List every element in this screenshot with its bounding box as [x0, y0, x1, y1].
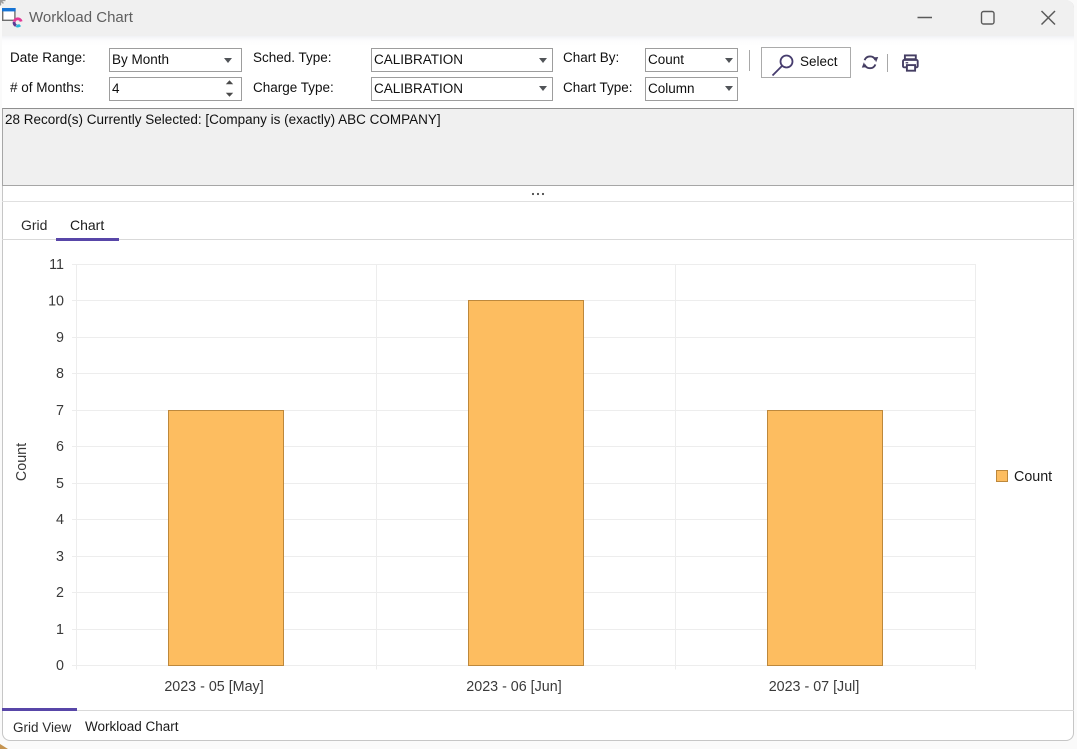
svg-text:2: 2	[56, 585, 64, 601]
svg-text:2023 - 06 [Jun]: 2023 - 06 [Jun]	[466, 679, 561, 695]
svg-text:9: 9	[56, 330, 64, 346]
svg-text:6: 6	[56, 439, 64, 455]
svg-text:Count: Count	[14, 443, 30, 481]
svg-text:1: 1	[56, 622, 64, 638]
svg-text:2023 - 07 [Jul]: 2023 - 07 [Jul]	[769, 679, 860, 695]
svg-text:5: 5	[56, 476, 64, 492]
svg-text:7: 7	[56, 403, 64, 419]
svg-text:3: 3	[56, 549, 64, 565]
svg-text:8: 8	[56, 366, 64, 382]
svg-text:2023 - 05 [May]: 2023 - 05 [May]	[164, 679, 263, 695]
svg-text:4: 4	[56, 512, 64, 528]
svg-text:10: 10	[48, 294, 64, 310]
svg-text:11: 11	[49, 257, 64, 273]
svg-text:0: 0	[56, 658, 64, 674]
svg-text:Count: Count	[1014, 469, 1052, 485]
